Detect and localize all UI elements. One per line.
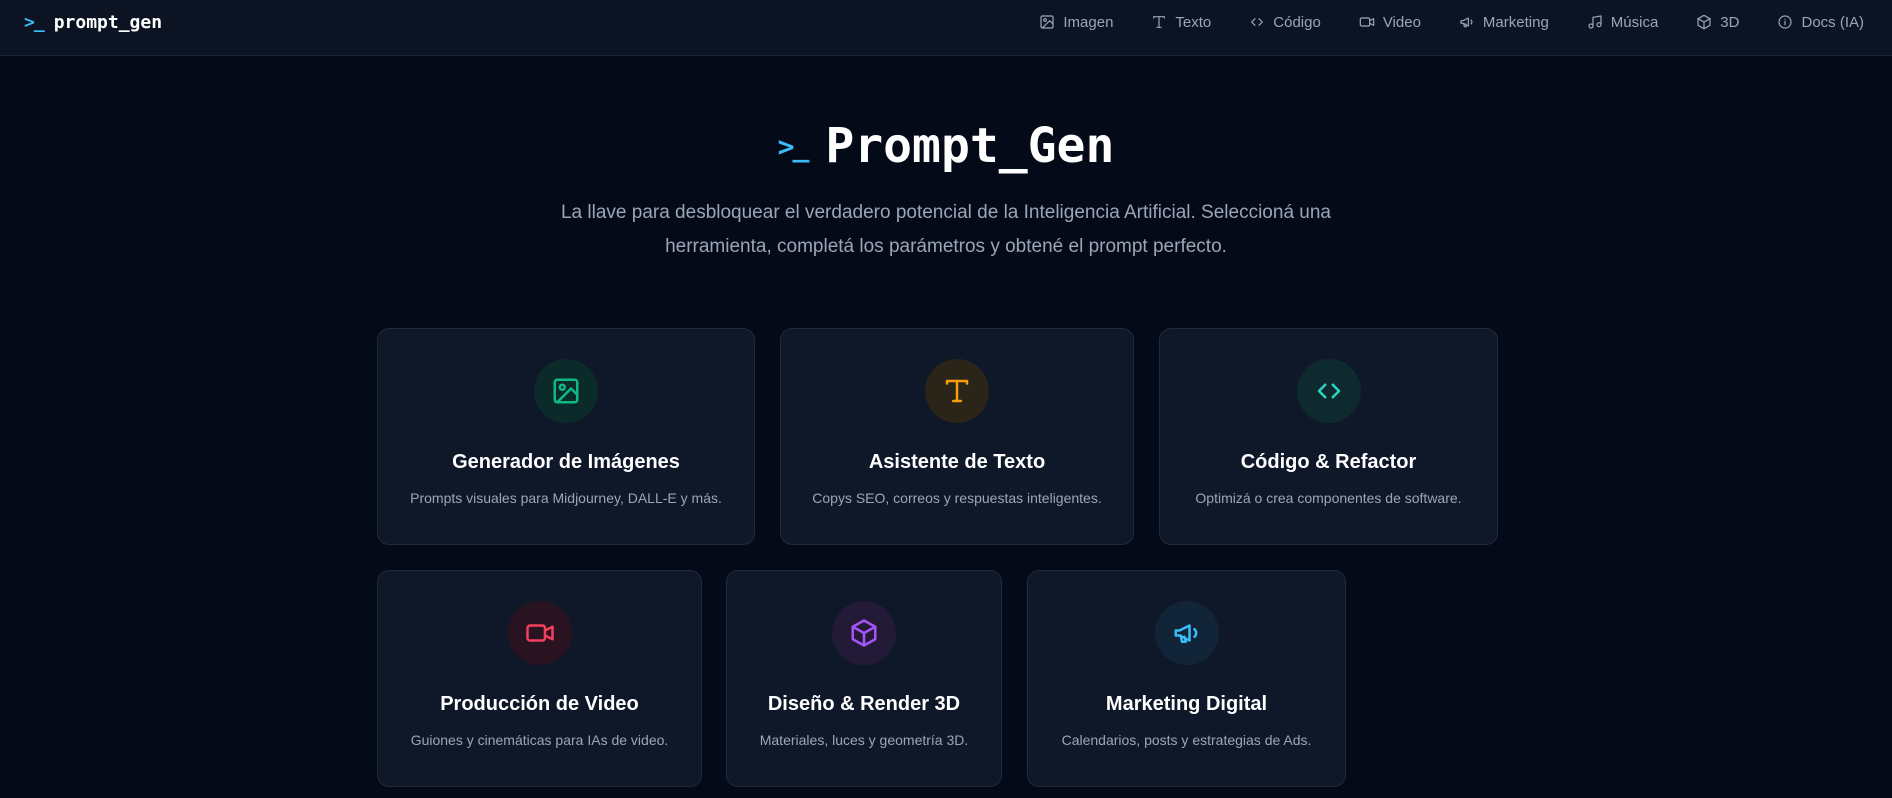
card-title: Generador de Imágenes xyxy=(452,451,680,473)
megaphone-icon xyxy=(1174,624,1197,643)
megaphone-icon xyxy=(1460,17,1473,28)
card-icon-badge xyxy=(507,601,572,665)
nav-item-label: Imagen xyxy=(1063,13,1114,31)
card-title: Diseño & Render 3D xyxy=(767,693,961,715)
code-icon xyxy=(1251,18,1264,26)
card-description: Copys SEO, correos y respuestas intelige… xyxy=(812,490,1102,506)
nav-item-codigo[interactable]: Código xyxy=(1249,14,1321,31)
nav-item-label: Video xyxy=(1382,13,1421,31)
text-icon xyxy=(1153,16,1166,28)
music-icon xyxy=(1588,15,1602,29)
nav-item-texto[interactable]: Texto xyxy=(1151,14,1211,31)
card-description: Materiales, luces y geometría 3D. xyxy=(759,732,969,748)
image-icon xyxy=(1040,15,1054,29)
card-description: Calendarios, posts y estrategias de Ads. xyxy=(1061,732,1312,748)
cube-icon xyxy=(1697,14,1711,30)
card-title: Marketing Digital xyxy=(1105,693,1268,715)
hero-heading: >_ Prompt_Gen xyxy=(778,118,1115,174)
card-title: Producción de Video xyxy=(440,693,639,715)
card-icon-badge xyxy=(1154,601,1219,665)
card-title: Asistente de Texto xyxy=(868,451,1046,473)
nav-item-3d[interactable]: 3D xyxy=(1696,14,1739,31)
video-icon xyxy=(1359,17,1375,27)
nav-item-label: Texto xyxy=(1175,13,1212,31)
video-icon xyxy=(525,624,554,642)
info-icon xyxy=(1778,15,1793,29)
brand-name: prompt_gen xyxy=(53,11,163,33)
tool-card-imagenes[interactable]: Generador de Imágenes Prompts visuales p… xyxy=(377,328,755,545)
text-icon xyxy=(945,379,969,403)
top-navbar: >_ prompt_gen Imagen Texto Código Video … xyxy=(0,0,1892,56)
nav-item-imagen[interactable]: Imagen xyxy=(1039,14,1113,31)
tool-card-3d[interactable]: Diseño & Render 3D Materiales, luces y g… xyxy=(726,570,1002,787)
nav-item-video[interactable]: Video xyxy=(1359,14,1421,31)
card-description: Guiones y cinemáticas para IAs de video. xyxy=(410,732,669,748)
nav-item-marketing[interactable]: Marketing xyxy=(1459,14,1549,31)
code-icon xyxy=(1317,383,1340,399)
nav-item-label: Marketing xyxy=(1482,13,1549,31)
nav-item-label: 3D xyxy=(1720,13,1740,31)
terminal-icon: >_ xyxy=(24,11,45,33)
nav-item-label: Código xyxy=(1273,13,1321,31)
card-icon-badge xyxy=(1296,359,1361,423)
nav-item-musica[interactable]: Música xyxy=(1587,13,1659,31)
terminal-icon: >_ xyxy=(777,129,810,163)
hero-title: Prompt_Gen xyxy=(825,118,1115,174)
nav-item-label: Docs (IA) xyxy=(1801,13,1864,31)
hero-subtitle: La llave para desbloquear el verdadero p… xyxy=(560,202,1331,257)
image-icon xyxy=(553,378,579,404)
nav-item-docs[interactable]: Docs (IA) xyxy=(1777,14,1864,31)
card-title: Código & Refactor xyxy=(1240,451,1417,473)
tool-card-video[interactable]: Producción de Video Guiones y cinemática… xyxy=(377,570,702,787)
hero-section: >_ Prompt_Gen La llave para desbloquear … xyxy=(0,118,1892,264)
brand-logo[interactable]: >_ prompt_gen xyxy=(24,0,162,44)
card-icon-badge xyxy=(832,601,896,665)
card-icon-badge xyxy=(534,359,598,423)
card-description: Prompts visuales para Midjourney, DALL-E… xyxy=(410,490,722,506)
tool-card-codigo[interactable]: Código & Refactor Optimizá o crea compon… xyxy=(1159,328,1498,545)
tool-card-marketing[interactable]: Marketing Digital Calendarios, posts y e… xyxy=(1027,570,1346,787)
card-description: Optimizá o crea componentes de software. xyxy=(1195,490,1462,506)
nav-menu: Imagen Texto Código Video Marketing Músi… xyxy=(1001,0,1864,44)
card-icon-badge xyxy=(925,359,989,423)
cube-icon xyxy=(851,619,877,647)
nav-item-label: Música xyxy=(1610,13,1659,31)
tool-card-texto[interactable]: Asistente de Texto Copys SEO, correos y … xyxy=(780,328,1134,545)
